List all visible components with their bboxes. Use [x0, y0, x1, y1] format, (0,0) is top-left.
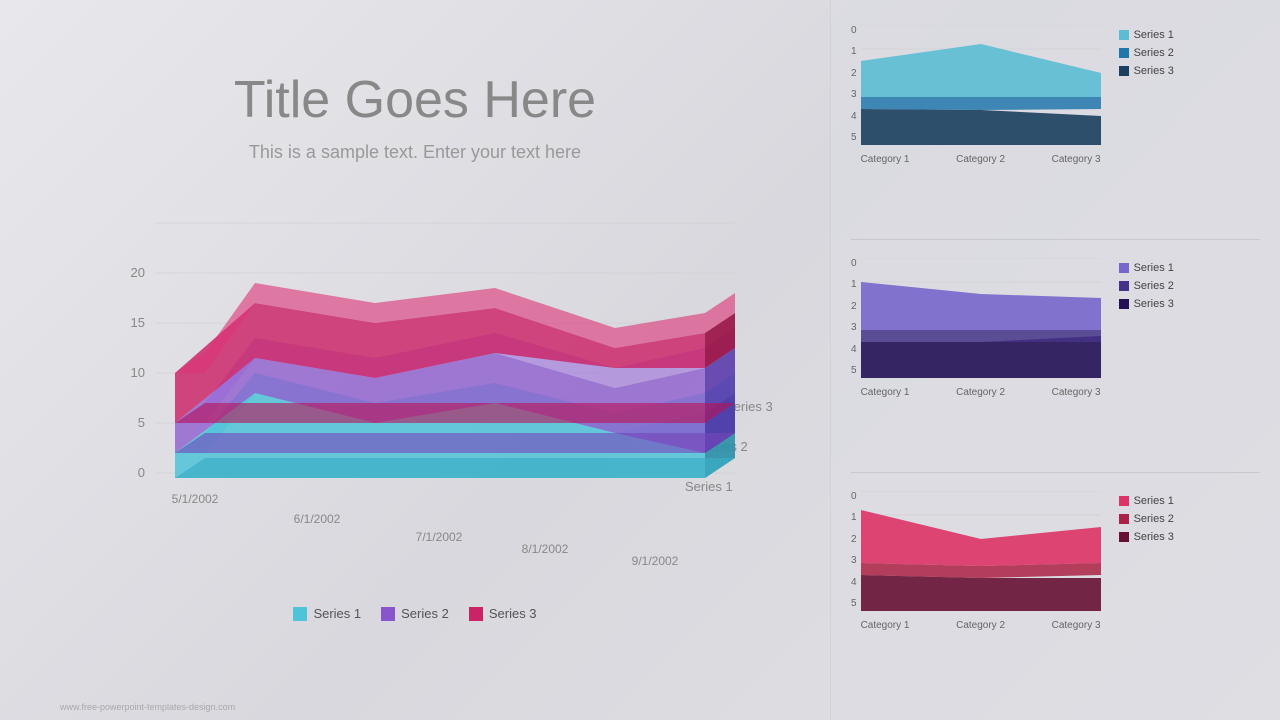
x-cat2-pink: Category 2 [956, 620, 1005, 631]
svg-text:10: 10 [131, 365, 145, 380]
small-legend-teal-s3-label: Series 3 [1134, 65, 1174, 77]
x-axis-pink: Category 1 Category 2 Category 3 [861, 620, 1101, 631]
left-panel: Title Goes Here This is a sample text. E… [0, 0, 830, 720]
legend-series1-label: Series 1 [313, 606, 361, 621]
y5-pink: 5 [851, 598, 857, 609]
y2-teal: 2 [851, 68, 857, 79]
y-axis-pink: 5 4 3 2 1 0 [851, 491, 857, 611]
small-legend-teal-s2: Series 2 [1119, 47, 1174, 59]
small-legend-purple-s2: Series 2 [1119, 280, 1174, 292]
y2-pink: 2 [851, 534, 857, 545]
x-axis-purple: Category 1 Category 2 Category 3 [861, 387, 1101, 398]
right-panel: 5 4 3 2 1 0 [830, 0, 1280, 720]
legend-series1-icon [293, 607, 307, 621]
small-legend-teal: Series 1 Series 2 Series 3 [1119, 29, 1174, 77]
y5-purple: 5 [851, 365, 857, 376]
y-axis-purple: 5 4 3 2 1 0 [851, 258, 857, 378]
small-legend-teal-s3: Series 3 [1119, 65, 1174, 77]
small-chart-pink-svg [861, 491, 1101, 611]
small-legend-purple-s1-label: Series 1 [1134, 262, 1174, 274]
small-legend-pink: Series 1 Series 2 Series 3 [1119, 495, 1174, 543]
small-legend-purple-s2-label: Series 2 [1134, 280, 1174, 292]
y1-teal: 1 [851, 46, 857, 57]
svg-text:20: 20 [131, 265, 145, 280]
small-legend-pink-s3: Series 3 [1119, 531, 1174, 543]
small-legend-pink-s1-label: Series 1 [1134, 495, 1174, 507]
small-legend-pink-s2: Series 2 [1119, 513, 1174, 525]
small-legend-purple-s1: Series 1 [1119, 262, 1174, 274]
svg-text:0: 0 [138, 465, 145, 480]
y0-pink: 0 [851, 491, 857, 502]
svg-text:15: 15 [131, 315, 145, 330]
small-legend-purple-s3-label: Series 3 [1134, 298, 1174, 310]
legend-series2-icon [381, 607, 395, 621]
legend-series3-label: Series 3 [489, 606, 537, 621]
legend-series3: Series 3 [469, 606, 537, 621]
y4-pink: 4 [851, 577, 857, 588]
y0-teal: 0 [851, 25, 857, 36]
y4-purple: 4 [851, 344, 857, 355]
svg-text:Series 1: Series 1 [685, 479, 733, 494]
main-chart-svg: 0 5 10 15 20 5/1/2002 6/1/2002 7/1/2002 … [55, 193, 775, 593]
x-cat3-pink: Category 3 [1052, 620, 1101, 631]
small-chart-purple-svg [861, 258, 1101, 378]
small-chart-pink: 5 4 3 2 1 0 [851, 481, 1260, 705]
svg-text:5: 5 [138, 415, 145, 430]
svg-text:8/1/2002: 8/1/2002 [522, 542, 569, 556]
x-cat1-pink: Category 1 [861, 620, 910, 631]
x-cat1-purple: Category 1 [861, 387, 910, 398]
small-chart-teal-svg [861, 25, 1101, 145]
y1-pink: 1 [851, 512, 857, 523]
main-title: Title Goes Here [234, 70, 596, 130]
legend-series2: Series 2 [381, 606, 449, 621]
watermark: www.free-powerpoint-templates-design.com [60, 702, 235, 712]
x-cat2-purple: Category 2 [956, 387, 1005, 398]
small-legend-purple: Series 1 Series 2 Series 3 [1119, 262, 1174, 310]
main-chart: 0 5 10 15 20 5/1/2002 6/1/2002 7/1/2002 … [55, 193, 775, 613]
small-legend-teal-s1-label: Series 1 [1134, 29, 1174, 41]
small-legend-purple-s3: Series 3 [1119, 298, 1174, 310]
small-legend-teal-s2-label: Series 2 [1134, 47, 1174, 59]
legend-series2-label: Series 2 [401, 606, 449, 621]
y3-teal: 3 [851, 89, 857, 100]
x-cat3-purple: Category 3 [1052, 387, 1101, 398]
svg-text:5/1/2002: 5/1/2002 [172, 492, 219, 506]
y4-teal: 4 [851, 111, 857, 122]
x-cat3-teal: Category 3 [1052, 154, 1101, 165]
x-cat2-teal: Category 2 [956, 154, 1005, 165]
small-legend-pink-s2-label: Series 2 [1134, 513, 1174, 525]
legend-series1: Series 1 [293, 606, 361, 621]
x-cat1-teal: Category 1 [861, 154, 910, 165]
y2-purple: 2 [851, 301, 857, 312]
small-chart-teal: 5 4 3 2 1 0 [851, 15, 1260, 240]
y3-pink: 3 [851, 555, 857, 566]
main-subtitle: This is a sample text. Enter your text h… [249, 142, 581, 163]
small-chart-purple: 5 4 3 2 1 0 [851, 248, 1260, 473]
main-chart-legend: Series 1 Series 2 Series 3 [55, 606, 775, 621]
y1-purple: 1 [851, 279, 857, 290]
x-axis-teal: Category 1 Category 2 Category 3 [861, 154, 1101, 165]
small-legend-teal-s1: Series 1 [1119, 29, 1174, 41]
small-legend-pink-s1: Series 1 [1119, 495, 1174, 507]
y-axis-teal: 5 4 3 2 1 0 [851, 25, 857, 145]
svg-text:6/1/2002: 6/1/2002 [294, 512, 341, 526]
y3-purple: 3 [851, 322, 857, 333]
small-legend-pink-s3-label: Series 3 [1134, 531, 1174, 543]
svg-text:9/1/2002: 9/1/2002 [632, 554, 679, 568]
y5-teal: 5 [851, 132, 857, 143]
legend-series3-icon [469, 607, 483, 621]
svg-text:7/1/2002: 7/1/2002 [416, 530, 463, 544]
y0-purple: 0 [851, 258, 857, 269]
